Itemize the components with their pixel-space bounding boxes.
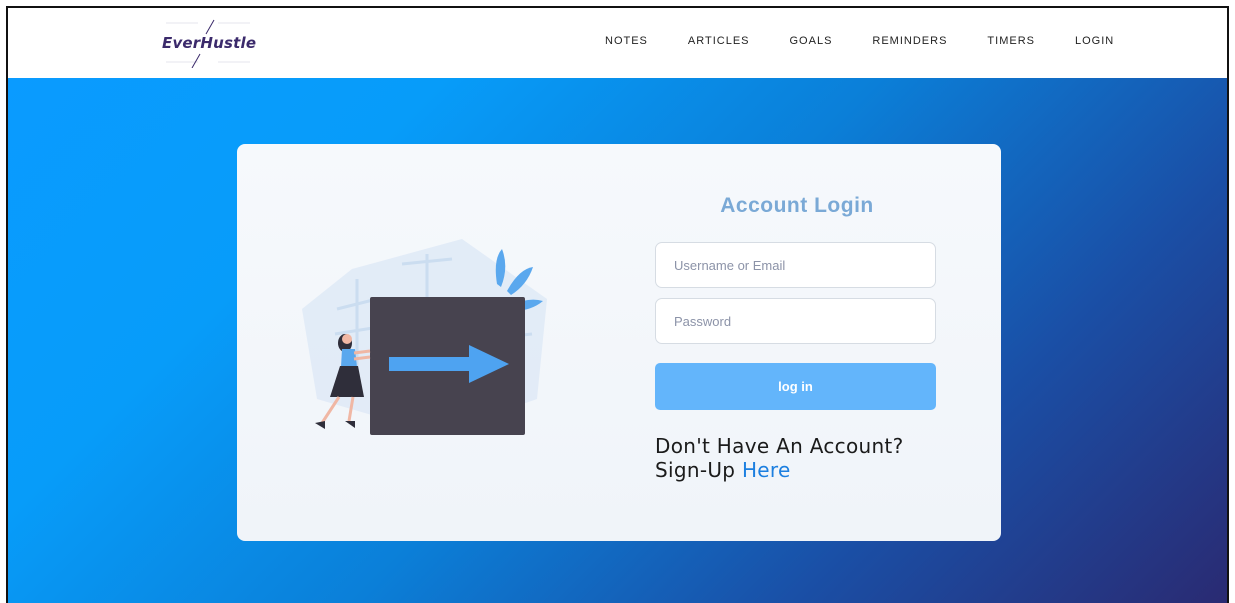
nav-reminders[interactable]: REMINDERS [872, 35, 947, 47]
nav-articles[interactable]: ARTICLES [688, 35, 750, 47]
login-button[interactable]: log in [655, 363, 936, 410]
password-input[interactable] [655, 298, 936, 344]
signup-link[interactable]: Here [742, 458, 791, 482]
browser-frame: EverHustle NOTES ARTICLES GOALS REMINDER… [6, 6, 1229, 603]
navbar: EverHustle NOTES ARTICLES GOALS REMINDER… [8, 8, 1227, 78]
hero-section: Account Login log in Don't Have An Accou… [8, 78, 1227, 603]
main-nav: NOTES ARTICLES GOALS REMINDERS TIMERS LO… [605, 35, 1114, 47]
login-title: Account Login [720, 194, 874, 217]
signup-prompt-line2: Sign-Up Here [655, 458, 975, 482]
signup-prompt: Don't Have An Account? Sign-Up Here [655, 434, 975, 482]
nav-login[interactable]: LOGIN [1075, 35, 1114, 47]
person-pushing-arrow-box-illustration-icon [302, 239, 547, 435]
nav-goals[interactable]: GOALS [790, 35, 833, 47]
brand-name: EverHustle [162, 34, 257, 52]
logo[interactable]: EverHustle [158, 18, 257, 68]
nav-timers[interactable]: TIMERS [987, 35, 1035, 47]
signup-prompt-line1: Don't Have An Account? [655, 434, 904, 458]
nav-notes[interactable]: NOTES [605, 35, 648, 47]
signup-prompt-text: Sign-Up [655, 458, 736, 482]
username-input[interactable] [655, 242, 936, 288]
login-card: Account Login log in Don't Have An Accou… [237, 144, 1001, 541]
